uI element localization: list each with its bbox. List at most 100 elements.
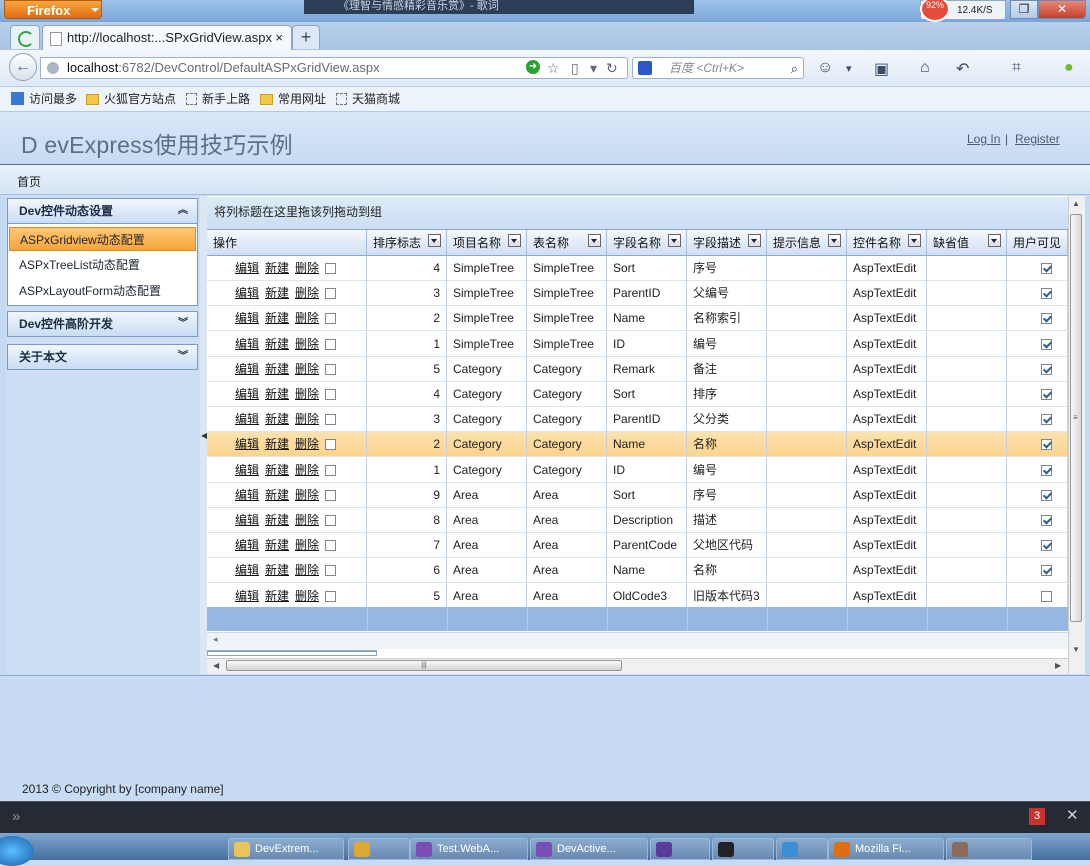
close-devbar-icon[interactable]: ✕ <box>1066 806 1079 824</box>
delete-link[interactable]: 删除 <box>295 563 319 577</box>
history-dropdown-icon[interactable]: ▾ <box>590 60 597 77</box>
login-link[interactable]: Log In <box>967 132 1000 146</box>
taskbar-item[interactable]: Mozilla Fi... <box>828 838 944 860</box>
row-select-checkbox[interactable] <box>325 389 337 400</box>
table-row[interactable]: 编辑 新建 删除 3 SimpleTree SimpleTree ParentID 父编号 As… <box>207 281 1068 307</box>
delete-link[interactable]: 删除 <box>295 513 319 527</box>
delete-link[interactable]: 删除 <box>295 538 319 552</box>
table-row[interactable]: 编辑 新建 删除 2 Category Category Name 名称 AspTextEdit <box>207 432 1068 458</box>
bookmark-tmall[interactable]: 天猫商城 <box>336 92 400 106</box>
column-header[interactable]: 控件名称 <box>847 230 927 256</box>
row-select-checkbox[interactable] <box>325 464 337 476</box>
new-link[interactable]: 新建 <box>265 337 289 351</box>
filter-dropdown-icon[interactable] <box>508 234 521 247</box>
delete-link[interactable]: 删除 <box>295 488 319 502</box>
sidebar-item-layoutform[interactable]: ASPxLayoutForm动态配置 <box>9 279 196 303</box>
edit-link[interactable]: 编辑 <box>235 311 259 325</box>
go-arrow-icon[interactable]: ➜ <box>526 60 540 74</box>
row-select-checkbox[interactable] <box>325 565 337 577</box>
visible-checkbox[interactable] <box>1041 338 1052 350</box>
edit-link[interactable]: 编辑 <box>235 412 259 426</box>
row-select-checkbox[interactable] <box>325 363 337 375</box>
scroll-left-icon[interactable]: ◀ <box>213 661 219 670</box>
delete-link[interactable]: 删除 <box>295 437 319 451</box>
taskbar-item[interactable]: Test.WebA... <box>410 838 528 860</box>
filter-dropdown-icon[interactable] <box>428 234 441 247</box>
sidebar-item-treelist[interactable]: ASPxTreeList动态配置 <box>9 253 196 277</box>
grid-pager[interactable] <box>207 650 377 656</box>
bookmark-most-visited[interactable]: 访问最多 <box>11 92 77 106</box>
visible-checkbox[interactable] <box>1041 590 1052 602</box>
grid-inner-scrollbar[interactable]: ◂ <box>207 632 1068 649</box>
reload-icon[interactable]: ↻ <box>606 60 618 77</box>
visible-checkbox[interactable] <box>1041 540 1052 552</box>
double-chevron-right-icon[interactable]: » <box>12 808 20 825</box>
edit-link[interactable]: 编辑 <box>235 286 259 300</box>
scroll-down-icon[interactable]: ▼ <box>1072 645 1080 654</box>
table-row[interactable]: 编辑 新建 删除 8 Area Area Description 描述 AspTextEdit <box>207 508 1068 533</box>
row-select-checkbox[interactable] <box>325 414 337 426</box>
close-tab-icon[interactable]: × <box>275 26 283 50</box>
vertical-scroll-thumb[interactable]: ≡ <box>1070 214 1082 622</box>
delete-link[interactable]: 删除 <box>295 362 319 376</box>
new-link[interactable]: 新建 <box>265 311 289 325</box>
sidebar-group-about[interactable]: 关于本文 ︾ <box>7 344 198 370</box>
delete-link[interactable]: 删除 <box>295 387 319 401</box>
visible-checkbox[interactable] <box>1041 313 1052 325</box>
new-link[interactable]: 新建 <box>265 437 289 451</box>
delete-link[interactable]: 删除 <box>295 286 319 300</box>
sidebar-item-gridview[interactable]: ASPxGridview动态配置 <box>9 227 196 251</box>
new-link[interactable]: 新建 <box>265 362 289 376</box>
filter-dropdown-icon[interactable] <box>588 234 601 247</box>
delete-link[interactable]: 删除 <box>295 337 319 351</box>
visible-checkbox[interactable] <box>1041 263 1052 274</box>
bookmark-getting-started[interactable]: 新手上路 <box>186 92 250 106</box>
table-row[interactable]: 编辑 新建 删除 5 Area Area OldCode3 旧版本代码3 AspTextEdit <box>207 583 1068 609</box>
edit-link[interactable]: 编辑 <box>235 437 259 451</box>
visible-checkbox[interactable] <box>1041 489 1052 501</box>
new-link[interactable]: 新建 <box>265 261 289 275</box>
dropdown-icon[interactable]: ▾ <box>846 62 852 75</box>
restore-window-button[interactable]: ❐ <box>1010 0 1038 19</box>
delete-link[interactable]: 删除 <box>295 463 319 477</box>
scroll-up-icon[interactable]: ▲ <box>1072 199 1080 208</box>
row-select-checkbox[interactable] <box>325 338 337 350</box>
filter-dropdown-icon[interactable] <box>828 234 841 247</box>
taskbar-item[interactable]: DevActive... <box>530 838 648 860</box>
row-select-checkbox[interactable] <box>325 288 337 300</box>
home-icon[interactable]: ⌂ <box>920 59 930 77</box>
column-header[interactable]: 项目名称 <box>447 230 527 256</box>
delete-link[interactable]: 删除 <box>295 412 319 426</box>
bookmark-firefox-site[interactable]: 火狐官方站点 <box>86 92 176 106</box>
search-engine-icon[interactable] <box>638 61 652 75</box>
table-row[interactable]: 编辑 新建 删除 4 Category Category Sort 排序 AspTextEdit <box>207 382 1068 407</box>
visible-checkbox[interactable] <box>1041 515 1052 526</box>
filter-dropdown-icon[interactable] <box>748 234 761 247</box>
visible-checkbox[interactable] <box>1041 464 1052 476</box>
visible-checkbox[interactable] <box>1041 363 1052 375</box>
filter-dropdown-icon[interactable] <box>988 234 1001 247</box>
column-header[interactable]: 操作 <box>207 230 367 256</box>
new-link[interactable]: 新建 <box>265 589 289 603</box>
table-row[interactable]: 编辑 新建 删除 9 Area Area Sort 序号 AspTextEdit <box>207 482 1068 508</box>
visible-checkbox[interactable] <box>1041 414 1052 426</box>
horizontal-scroll-thumb[interactable]: ||| <box>226 660 622 671</box>
back-button[interactable]: ← <box>9 53 37 81</box>
filter-dropdown-icon[interactable] <box>668 234 681 247</box>
column-header[interactable]: 缺省值 <box>927 230 1007 256</box>
taskbar-item[interactable] <box>712 838 774 860</box>
bookmark-common-sites[interactable]: 常用网址 <box>260 92 326 106</box>
new-link[interactable]: 新建 <box>265 513 289 527</box>
visible-checkbox[interactable] <box>1041 439 1052 451</box>
table-row[interactable]: 编辑 新建 删除 7 Area Area ParentCode 父地区代码 AspTextEdi… <box>207 533 1068 559</box>
taskbar-item[interactable] <box>348 838 410 860</box>
new-link[interactable]: 新建 <box>265 563 289 577</box>
row-select-checkbox[interactable] <box>325 540 337 552</box>
edit-link[interactable]: 编辑 <box>235 589 259 603</box>
scroll-right-icon[interactable]: ▶ <box>1055 661 1061 670</box>
table-row[interactable]: 编辑 新建 删除 1 Category Category ID 编号 AspTextEdit <box>207 457 1068 483</box>
new-link[interactable]: 新建 <box>265 463 289 477</box>
taskbar-item[interactable] <box>650 838 710 860</box>
column-header[interactable]: 用户可见 <box>1007 230 1068 256</box>
edit-link[interactable]: 编辑 <box>235 488 259 502</box>
